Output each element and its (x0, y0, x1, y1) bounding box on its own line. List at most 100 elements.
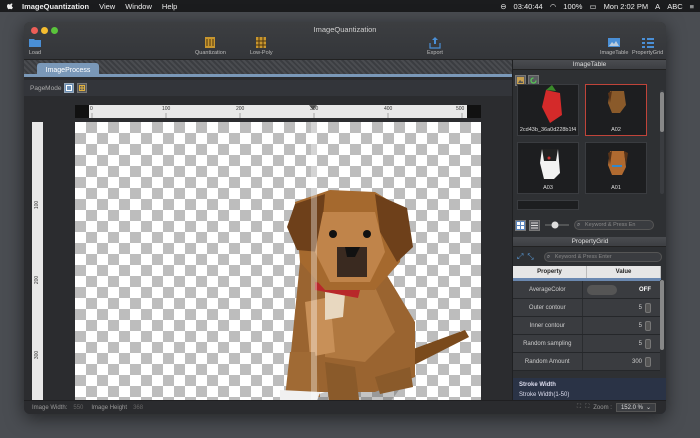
image-canvas[interactable] (75, 122, 481, 414)
vertical-ruler[interactable]: 100 200 300 (32, 122, 43, 414)
thumbnail-label: 2cd43b_36a0d228b1f4 (519, 127, 577, 133)
image-thumbnail[interactable]: 2cd43b_36a0d228b1f4 (517, 84, 579, 136)
timer-icon[interactable]: ⊖ (500, 2, 506, 11)
image-width-value: 550 (73, 404, 84, 411)
quantization-label: Quantization (195, 50, 226, 56)
window-title: ImageQuantization (313, 25, 377, 34)
tile-page-button[interactable] (77, 83, 88, 93)
zoom-label: Zoom : (593, 404, 612, 411)
quantization-button[interactable]: Quantization (195, 36, 226, 56)
image-icon (517, 76, 524, 84)
image-table-button[interactable]: ImageTable (600, 36, 628, 56)
scroll-thumb[interactable] (660, 92, 664, 132)
list-icon[interactable]: ≡ (690, 2, 694, 11)
property-grid-button[interactable]: PropertyGrid (632, 36, 663, 56)
table-row[interactable]: Random sampling 5 (513, 335, 661, 353)
menu-help[interactable]: Help (162, 2, 177, 11)
property-grid-toolbar: ⤢ ⤡ ⌕ Keyword & Press Enter (517, 251, 665, 263)
column-property[interactable]: Property (513, 266, 587, 278)
value-stepper[interactable] (645, 338, 651, 349)
property-key: AverageColor (513, 281, 583, 298)
load-label: Load (28, 50, 42, 56)
grid-view-button[interactable] (515, 219, 526, 231)
image-width-label: Image Width: (32, 404, 68, 411)
right-pane: ImageTable 2cd43b_36a0d228b1f4 A02 A03 A… (512, 60, 666, 414)
thumbnail-size-slider[interactable] (543, 220, 571, 230)
battery-percent[interactable]: 100% (563, 2, 582, 11)
image-table-header: ImageTable (513, 60, 666, 70)
table-row[interactable]: Inner contour 5 (513, 317, 661, 335)
dog-thumbnail (608, 151, 628, 175)
ruler-h-label: 400 (384, 106, 393, 112)
strawberry-thumbnail (542, 85, 562, 123)
scroll-thumb[interactable] (660, 280, 664, 350)
ruler-v-label: 300 (34, 350, 41, 360)
actual-size-icon[interactable]: ⛶ (585, 404, 589, 411)
tab-image-process[interactable]: ImageProcess (37, 63, 99, 77)
table-row[interactable]: Outer contour 5 (513, 299, 661, 317)
low-poly-button[interactable]: Low-Poly (250, 36, 273, 56)
dog-image (280, 122, 469, 414)
input-source-icon[interactable]: A (655, 2, 660, 11)
menu-view[interactable]: View (99, 2, 115, 11)
zoom-select[interactable]: 152.0 % ⌄ (615, 403, 656, 412)
image-thumbnail[interactable] (517, 200, 579, 210)
value-stepper[interactable] (645, 356, 651, 367)
dog-thumbnail (540, 149, 560, 179)
property-grid-title: PropertyGrid (513, 237, 666, 247)
table-row[interactable]: AverageColor OFF (513, 281, 661, 299)
property-value[interactable]: 5 (639, 323, 642, 329)
menu-clock[interactable]: 03:40:44 (514, 2, 543, 11)
search-placeholder: Keyword & Press Enter (554, 254, 612, 260)
column-value[interactable]: Value (587, 266, 661, 278)
property-table-header: Property Value (513, 266, 661, 278)
input-source-label[interactable]: ABC (667, 2, 682, 11)
expand-icon[interactable]: ⤢ (517, 252, 523, 262)
ruler-h-label: 100 (162, 106, 171, 112)
fit-icon[interactable]: ⛶ (577, 404, 581, 411)
value-stepper[interactable] (645, 302, 651, 313)
image-thumbnail[interactable]: A02 (585, 84, 647, 136)
page-mode-label: PageMode (30, 84, 62, 92)
menu-app-name[interactable]: ImageQuantization (22, 2, 89, 11)
export-label: Export (427, 50, 443, 56)
apple-icon[interactable] (6, 2, 14, 11)
image-thumbnail[interactable]: A01 (585, 142, 647, 194)
table-row[interactable]: Random Amount 300 (513, 353, 661, 371)
ruler-ticks (75, 105, 481, 118)
menu-datetime[interactable]: Mon 2:02 PM (604, 2, 649, 11)
load-button[interactable]: Load (28, 36, 42, 56)
low-poly-icon (256, 37, 267, 48)
property-value[interactable]: 5 (639, 305, 642, 311)
collapse-icon[interactable]: ⤡ (527, 252, 533, 262)
export-button[interactable]: Export (427, 36, 443, 56)
image-search-input[interactable]: ⌕ Keyword & Press En (574, 220, 654, 230)
low-poly-label: Low-Poly (250, 50, 273, 56)
property-table: Property Value AverageColor OFF Outer co… (513, 266, 661, 371)
image-table-icon (608, 38, 621, 47)
single-page-button[interactable] (64, 83, 75, 93)
image-thumbnail[interactable]: A03 (517, 142, 579, 194)
average-color-toggle[interactable] (586, 284, 617, 295)
horizontal-ruler[interactable]: 0 100 200 300 400 500 (75, 105, 481, 118)
property-grid-scrollbar[interactable] (660, 280, 664, 378)
thumbnail-label: A01 (611, 185, 621, 191)
ruler-h-label: 300 (310, 106, 319, 112)
list-view-button[interactable] (529, 219, 540, 231)
property-search-input[interactable]: ⌕ Keyword & Press Enter (543, 252, 662, 262)
description-title: Stroke Width (519, 382, 556, 388)
folder-icon (29, 39, 41, 47)
image-table-bottom-bar: ⌕ Keyword & Press En (515, 218, 665, 232)
menu-window[interactable]: Window (125, 2, 152, 11)
refresh-icon (530, 76, 537, 84)
property-value[interactable]: 5 (639, 341, 642, 347)
zoom-value: 152.0 % (620, 404, 643, 411)
value-stepper[interactable] (645, 320, 651, 331)
grid-icon (79, 85, 86, 91)
image-table-scrollbar[interactable] (660, 90, 664, 194)
wifi-icon[interactable]: ◠ (550, 2, 557, 11)
export-icon (429, 37, 441, 49)
image-height-value: 368 (133, 404, 144, 411)
battery-icon[interactable]: ▭ (589, 2, 596, 11)
property-value[interactable]: 300 (632, 359, 642, 365)
